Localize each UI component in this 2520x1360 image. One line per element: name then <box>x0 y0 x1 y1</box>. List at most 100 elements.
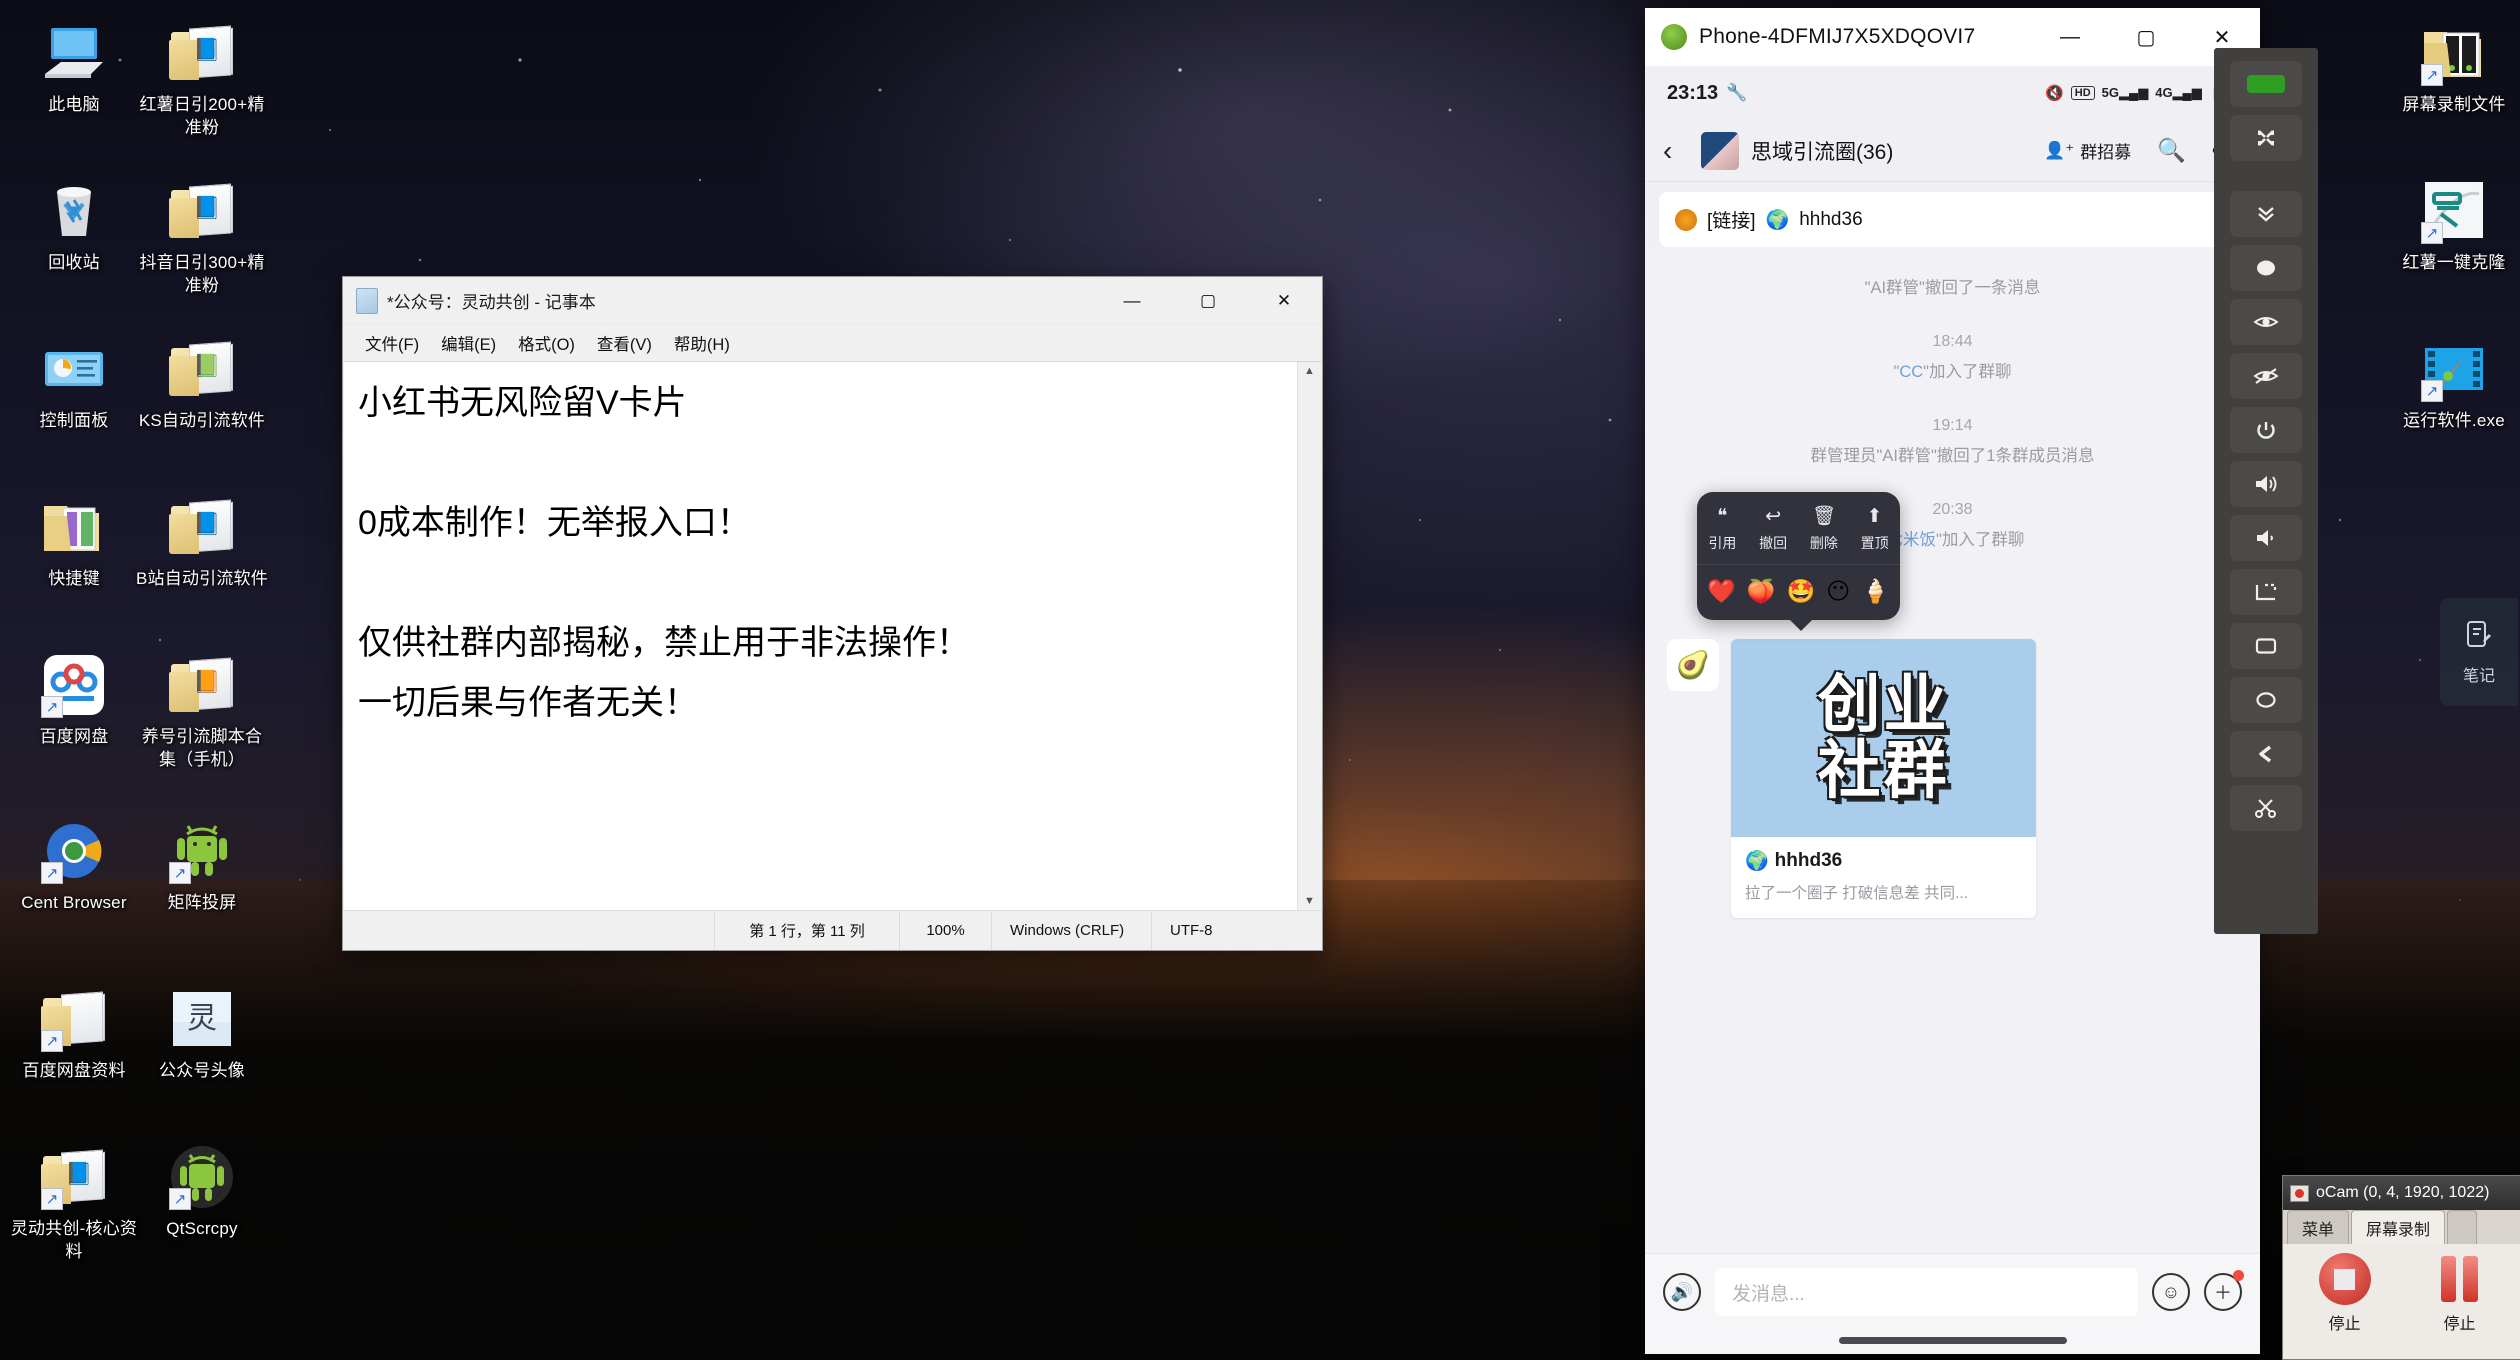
desktop-icon-qtscrcpy[interactable]: ↗ QtScrcpy <box>136 1144 268 1240</box>
volume-down-icon[interactable] <box>2230 515 2302 561</box>
square-icon[interactable] <box>2230 623 2302 669</box>
ocam-pause-record-button[interactable]: 停止 <box>2404 1253 2515 1355</box>
rotate-icon[interactable] <box>2230 569 2302 615</box>
ocam-titlebar[interactable]: oCam (0, 4, 1920, 1022) <box>2283 1176 2520 1210</box>
context-action-delete[interactable]: 🗑 删除 <box>1799 505 1850 553</box>
desktop-icon-folder-1[interactable]: 📘 红薯日引200+精准粉 <box>136 20 268 139</box>
context-action-recall[interactable]: ↩ 撤回 <box>1748 505 1799 553</box>
menu-item-help[interactable]: 帮助(H) <box>665 327 739 359</box>
desktop-icon-folder-6[interactable]: ↗ 百度网盘资料 <box>8 986 140 1082</box>
desktop-icon-label: 灵动共创-核心资料 <box>10 1219 138 1261</box>
desktop-icon-label: 养号引流脚本合集（手机） <box>141 727 263 769</box>
tab-menu[interactable]: 菜单 <box>2287 1210 2350 1244</box>
tab-screen-record[interactable]: 屏幕录制 <box>2351 1210 2446 1244</box>
status-line-ending[interactable]: Windows (CRLF) <box>991 911 1151 950</box>
desktop-icon-yi-clone[interactable]: ↗ 红薯一键克隆 <box>2388 178 2520 274</box>
reaction-peach-icon[interactable]: 🍑 <box>1747 578 1776 605</box>
ocam-tabs[interactable]: 菜单 屏幕录制 <box>2283 1210 2520 1244</box>
desktop-icon-shortcuts-folder[interactable]: 快捷键 <box>8 494 140 590</box>
eye-icon[interactable] <box>2230 299 2302 345</box>
notepad-window[interactable]: *公众号：灵动共创 - 记事本 — ▢ ✕ 文件(F) 编辑(E) 格式(O) … <box>342 276 1323 951</box>
ocam-stop-record-button[interactable]: 停止 <box>2289 1253 2400 1355</box>
plus-button-wrapper[interactable]: ＋ <box>2204 1270 2244 1311</box>
desktop-icon-recordings-folder[interactable]: ↗ 屏幕录制文件 <box>2388 20 2520 116</box>
chat-message-row[interactable]: 🥑 创业 社群 🌍 hhhd36 拉了一个圈子 打破信息差 共同... <box>1667 639 2036 918</box>
reaction-heart-icon[interactable]: ❤️ <box>1707 578 1736 605</box>
desktop-icon-run-software-exe[interactable]: ↗ 运行软件.exe <box>2388 336 2520 432</box>
notepad-titlebar[interactable]: *公众号：灵动共创 - 记事本 — ▢ ✕ <box>343 277 1322 325</box>
chat-input-bar[interactable]: 🔊 发消息... ☺ ＋ <box>1645 1253 2260 1326</box>
group-avatar[interactable] <box>1701 131 1739 170</box>
desktop-icon-this-pc[interactable]: 此电脑 <box>8 20 140 116</box>
close-button[interactable]: ✕ <box>1246 277 1322 325</box>
context-action-quote[interactable]: ❝ 引用 <box>1697 505 1748 553</box>
notepad-body[interactable]: 小红书无风险留V卡片 0成本制作！无举报入口！ 仅供社群内部揭秘，禁止用于非法操… <box>344 361 1321 910</box>
avatar[interactable]: 🥑 <box>1667 639 1719 691</box>
maximize-button[interactable]: ▢ <box>2108 8 2184 66</box>
menu-item-edit[interactable]: 编辑(E) <box>432 327 505 359</box>
desktop-icon-recycle-bin[interactable]: 回收站 <box>8 178 140 274</box>
reaction-star-struck-icon[interactable]: 🤩 <box>1787 578 1816 605</box>
circle-filled-icon[interactable] <box>2230 245 2302 291</box>
power-icon[interactable] <box>2230 407 2302 453</box>
phone-titlebar[interactable]: Phone-4DFMIJ7X5XDQOVI7 — ▢ ✕ <box>1645 8 2260 66</box>
desktop-icon-control-panel[interactable]: 控制面板 <box>8 336 140 432</box>
maximize-button[interactable]: ▢ <box>1170 277 1246 325</box>
context-menu-actions[interactable]: ❝ 引用 ↩ 撤回 🗑 删除 ⬆ 置顶 <box>1697 492 1900 565</box>
link-banner[interactable]: [链接] 🌍 hhhd36 <box>1659 192 2246 247</box>
phone-chat-navbar[interactable]: ‹ 思域引流圈(36) 👤⁺ 群招募 🔍 ••• <box>1645 120 2260 182</box>
minimize-button[interactable]: — <box>2032 8 2108 66</box>
menu-item-view[interactable]: 查看(V) <box>588 327 661 359</box>
group-recruit-button[interactable]: 👤⁺ 群招募 <box>2044 138 2131 163</box>
desktop-icon-baidu-netdisk[interactable]: ↗ 百度网盘 <box>8 652 140 748</box>
scroll-up-arrow-icon[interactable]: ▲ <box>1304 365 1315 377</box>
circle-icon[interactable] <box>2230 677 2302 723</box>
eye-off-icon[interactable] <box>2230 353 2302 399</box>
emoji-icon[interactable]: ☺ <box>2152 1273 2190 1311</box>
status-zoom[interactable]: 100% <box>899 911 991 950</box>
menu-item-file[interactable]: 文件(F) <box>356 327 428 359</box>
message-context-menu[interactable]: ❝ 引用 ↩ 撤回 🗑 删除 ⬆ 置顶 ❤️ 🍑 🤩 😶 🍦 <box>1697 492 1900 631</box>
scrcpy-toolbar[interactable] <box>2214 48 2318 934</box>
desktop-icon-wechat-avatar-image[interactable]: 灵 公众号头像 <box>136 986 268 1082</box>
back-icon[interactable] <box>2230 731 2302 777</box>
reaction-speechless-icon[interactable]: 😶 <box>1826 578 1850 605</box>
link-share-card[interactable]: 创业 社群 🌍 hhhd36 拉了一个圈子 打破信息差 共同... <box>1731 639 2036 918</box>
shortcut-arrow-icon: ↗ <box>2421 380 2443 402</box>
status-encoding[interactable]: UTF-8 <box>1151 911 1296 950</box>
notepad-menubar[interactable]: 文件(F) 编辑(E) 格式(O) 查看(V) 帮助(H) <box>343 325 1322 361</box>
desktop-icon-folder-4[interactable]: 📘 B站自动引流软件 <box>136 494 268 590</box>
context-menu-reactions[interactable]: ❤️ 🍑 🤩 😶 🍦 <box>1697 565 1900 620</box>
context-action-pin[interactable]: ⬆ 置顶 <box>1849 505 1900 553</box>
phone-mirror-window[interactable]: Phone-4DFMIJ7X5XDQOVI7 — ▢ ✕ 23:13 🔧 🔇 H… <box>1645 8 2260 1354</box>
scroll-down-arrow-icon[interactable]: ▼ <box>1304 895 1315 907</box>
power-pill-icon[interactable] <box>2230 61 2302 107</box>
tab-more[interactable] <box>2447 1210 2478 1244</box>
desktop-icon-label: 百度网盘资料 <box>22 1061 126 1080</box>
menu-item-format[interactable]: 格式(O) <box>509 327 584 359</box>
chat-message-list[interactable]: "AI群管"撤回了一条消息 18:44 "CC"加入了群聊 19:14 群管理员… <box>1645 247 2260 1253</box>
desktop-icon-label: 屏幕录制文件 <box>2402 95 2506 114</box>
volume-up-icon[interactable] <box>2230 461 2302 507</box>
scissors-icon[interactable] <box>2230 785 2302 831</box>
ocam-content[interactable]: 停止 停止 <box>2283 1244 2520 1359</box>
desktop-icon-cent-browser[interactable]: ↗ Cent Browser <box>8 818 140 914</box>
desktop-icon-folder-7[interactable]: 📘 ↗ 灵动共创-核心资料 <box>8 1144 140 1263</box>
notes-floating-widget[interactable]: 笔记 <box>2440 598 2518 706</box>
desktop-icon-folder-2[interactable]: 📘 抖音日引300+精准粉 <box>136 178 268 297</box>
notepad-text-area[interactable]: 小红书无风险留V卡片 0成本制作！无举报入口！ 仅供社群内部揭秘，禁止用于非法操… <box>344 362 1297 910</box>
desktop-icon-folder-3[interactable]: 📗 KS自动引流软件 <box>136 336 268 432</box>
reaction-icecream-icon[interactable]: 🍦 <box>1861 578 1890 605</box>
chevrons-down-icon[interactable] <box>2230 191 2302 237</box>
desktop-icon-matrix-cast[interactable]: ↗ 矩阵投屏 <box>136 818 268 914</box>
minimize-button[interactable]: — <box>1094 277 1170 325</box>
fullscreen-icon[interactable] <box>2230 115 2302 161</box>
back-icon[interactable]: ‹ <box>1663 135 1689 167</box>
desktop-icon-folder-5[interactable]: 📙 养号引流脚本合集（手机） <box>136 652 268 771</box>
context-action-label: 置顶 <box>1860 535 1889 551</box>
ocam-window[interactable]: oCam (0, 4, 1920, 1022) 菜单 屏幕录制 停止 停止 <box>2282 1175 2520 1360</box>
notepad-scrollbar[interactable]: ▲ ▼ <box>1297 362 1321 910</box>
message-input[interactable]: 发消息... <box>1715 1268 2138 1316</box>
voice-icon[interactable]: 🔊 <box>1663 1273 1701 1311</box>
search-icon[interactable]: 🔍 <box>2157 137 2186 164</box>
